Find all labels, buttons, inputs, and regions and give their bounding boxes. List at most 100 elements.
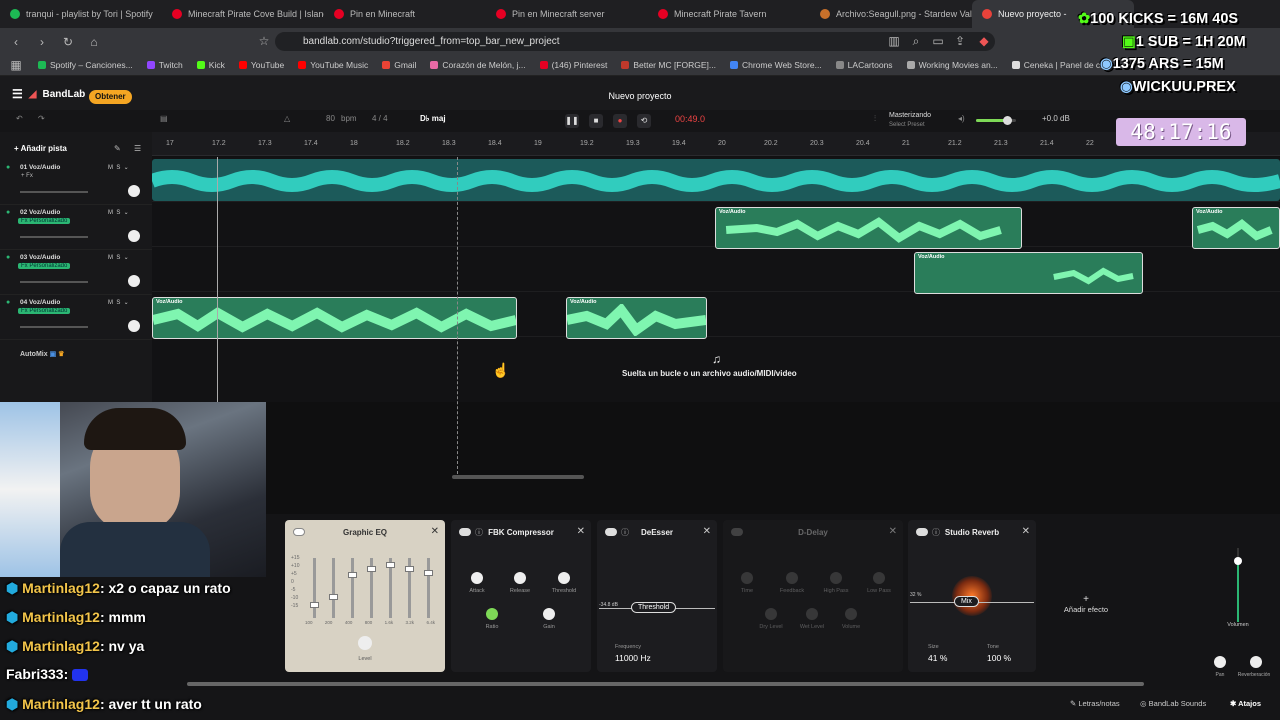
key-selector[interactable]: D♭ maj <box>420 114 446 123</box>
lyrics-button[interactable]: ✎ Letras/notas <box>1070 699 1120 708</box>
eq-band-fader[interactable] <box>310 558 319 618</box>
deesser-panel[interactable]: ⓘ DeEsser ✕ -34.8 dB Threshold Frequency… <box>597 520 717 672</box>
undo-icon[interactable]: ↶ <box>16 114 23 123</box>
track-volume-slider[interactable] <box>20 326 88 328</box>
add-track-button[interactable]: + Añadir pista <box>14 144 67 153</box>
eq-band-fader[interactable] <box>348 558 357 618</box>
timeline-ruler[interactable]: 17 17.2 17.3 17.4 18 18.2 18.3 18.4 19 19.2 19.3 19… <box>152 132 1280 156</box>
track-fx-badge[interactable]: Fx Personalizado <box>18 263 71 269</box>
loop-button[interactable]: ⟲ <box>637 114 651 128</box>
track-fx-badge[interactable]: Fx Personalizado <box>18 308 71 314</box>
lane-2[interactable]: Voz/Audio Voz/Audio <box>152 202 1280 249</box>
bookmark-item[interactable]: Working Movies an... <box>906 60 998 70</box>
menu-icon[interactable]: ☰ <box>12 87 23 101</box>
delay-wet-knob[interactable] <box>806 608 818 620</box>
mute-solo-buttons[interactable]: M S ⌄ <box>108 209 129 216</box>
attack-knob[interactable] <box>471 572 483 584</box>
browser-tab[interactable]: tranqui - playlist by Tori | Spotify <box>0 0 162 28</box>
release-knob[interactable] <box>514 572 526 584</box>
audio-clip[interactable]: Voz/Audio <box>715 207 1022 249</box>
bookmark-item[interactable]: Better MC [FORGE]... <box>621 60 716 70</box>
track-name[interactable]: 01 Voz/Audio <box>20 164 60 171</box>
audio-clip[interactable]: Voz/Audio <box>914 252 1143 294</box>
close-icon[interactable]: ✕ <box>1022 526 1030 537</box>
obtener-button[interactable]: Obtener <box>89 90 132 104</box>
bpm-value[interactable]: 80 <box>326 114 335 123</box>
lane-4[interactable]: Voz/Audio Voz/Audio <box>152 292 1280 339</box>
fader-cap[interactable] <box>310 602 319 608</box>
speaker-icon[interactable]: ◂) <box>958 114 965 123</box>
reverb-panel[interactable]: ⓘ Studio Reverb ✕ 32 % Mix Size 41 % Ton… <box>908 520 1036 672</box>
bookmark-item[interactable]: Twitch <box>146 60 183 70</box>
delay-feedback-knob[interactable] <box>786 572 798 584</box>
close-icon[interactable]: ✕ <box>703 526 711 537</box>
eq-band-fader[interactable] <box>367 558 376 618</box>
threshold-pill[interactable]: Threshold <box>631 602 677 613</box>
automix-row[interactable]: AutoMix ▣ ♛ <box>20 350 64 358</box>
mute-solo-buttons[interactable]: M S ⌄ <box>108 299 129 306</box>
shortcuts-button[interactable]: ✱ Atajos <box>1230 699 1261 708</box>
browser-tab[interactable]: Pin en Minecraft server <box>486 0 648 28</box>
fader-cap[interactable] <box>386 562 395 568</box>
close-icon[interactable]: ✕ <box>889 526 897 537</box>
track-pan-knob[interactable] <box>128 275 140 287</box>
mastering-icon[interactable]: ⫶ <box>874 114 876 124</box>
extension-icon[interactable]: ◆ <box>976 33 992 49</box>
track-header[interactable]: ● 03 Voz/Audio Fx Personalizado M S ⌄ <box>0 251 152 295</box>
bookmark-item[interactable]: YouTube Music <box>298 60 368 70</box>
size-value[interactable]: 41 % <box>928 653 947 663</box>
track-volume-slider[interactable] <box>20 281 88 283</box>
audio-clip[interactable] <box>152 159 1280 201</box>
preset-selector[interactable]: Select Preset <box>889 122 925 128</box>
track-fx-badge[interactable]: Fx Personalizado <box>18 218 71 224</box>
lane-1[interactable] <box>152 157 1280 202</box>
eq-band-fader[interactable] <box>329 558 338 618</box>
stop-button[interactable]: ■ <box>589 114 603 128</box>
close-icon[interactable]: ✕ <box>431 526 439 537</box>
time-signature[interactable]: 4 / 4 <box>372 114 388 123</box>
eq-band-fader[interactable] <box>405 558 414 618</box>
volume-knob[interactable] <box>1234 557 1242 565</box>
mastering-label[interactable]: Masterizando <box>889 112 931 119</box>
eq-band-fader[interactable] <box>424 558 433 618</box>
reading-list-icon[interactable]: ▥ <box>886 33 902 49</box>
track-name[interactable]: 04 Voz/Audio <box>20 299 60 306</box>
browser-tab[interactable]: Minecraft Pirate Cove Build | Island / <box>162 0 324 28</box>
delay-panel[interactable]: D-Delay ✕ Time Feedback High Pass Low Pa… <box>723 520 903 672</box>
mute-solo-buttons[interactable]: M S ⌄ <box>108 164 129 171</box>
redo-icon[interactable]: ↷ <box>38 114 45 123</box>
pause-button[interactable]: ❚❚ <box>565 114 579 128</box>
grid-icon[interactable]: ▤ <box>160 114 168 123</box>
browser-tab[interactable]: Pin en Minecraft <box>324 0 486 28</box>
graphic-eq-panel[interactable]: Graphic EQ ✕ +15 +10 +5 0 -5 -10 -15 100 200 400… <box>285 520 445 672</box>
playhead[interactable] <box>457 157 458 479</box>
lane-3[interactable]: Voz/Audio <box>152 247 1280 294</box>
track-name[interactable]: 03 Voz/Audio <box>20 254 60 261</box>
bookmark-item[interactable]: Chrome Web Store... <box>729 60 822 70</box>
master-volume-slider[interactable] <box>976 116 1016 125</box>
browser-tab[interactable]: Minecraft Pirate Tavern <box>648 0 810 28</box>
apps-grid-icon[interactable]: ▦ <box>8 57 24 73</box>
ratio-knob[interactable] <box>486 608 498 620</box>
forward-icon[interactable]: › <box>34 34 50 50</box>
home-icon[interactable]: ⌂ <box>86 34 102 50</box>
track-fx-badge[interactable]: + Fx <box>18 173 36 179</box>
track-options-icon[interactable]: ☰ <box>134 144 141 153</box>
mix-pill[interactable]: Mix <box>954 596 979 607</box>
fader-cap[interactable] <box>329 594 338 600</box>
bookmark-item[interactable]: Kick <box>196 60 225 70</box>
browser-tab[interactable]: Archivo:Seagull.png - Stardew Valley <box>810 0 972 28</box>
zoom-icon[interactable]: ⌕ <box>908 33 924 49</box>
back-icon[interactable]: ‹ <box>8 34 24 50</box>
tone-value[interactable]: 100 % <box>987 653 1011 663</box>
fader-cap[interactable] <box>405 566 414 572</box>
bookmark-item[interactable]: Gmail <box>382 60 416 70</box>
bookmark-item[interactable]: (146) Pinterest <box>539 60 607 70</box>
track-header[interactable]: ● 04 Voz/Audio Fx Personalizado M S ⌄ <box>0 296 152 340</box>
track-header[interactable]: ● 02 Voz/Audio Fx Personalizado M S ⌄ <box>0 206 152 250</box>
delay-volume-knob[interactable] <box>845 608 857 620</box>
frequency-value[interactable]: 11000 Hz <box>615 653 651 663</box>
bookmark-item[interactable]: YouTube <box>238 60 284 70</box>
add-effect-button[interactable]: + Añadir efecto <box>1062 594 1110 614</box>
compressor-panel[interactable]: ⓘ FBK Compressor ✕ Attack Release Thresh… <box>451 520 591 672</box>
